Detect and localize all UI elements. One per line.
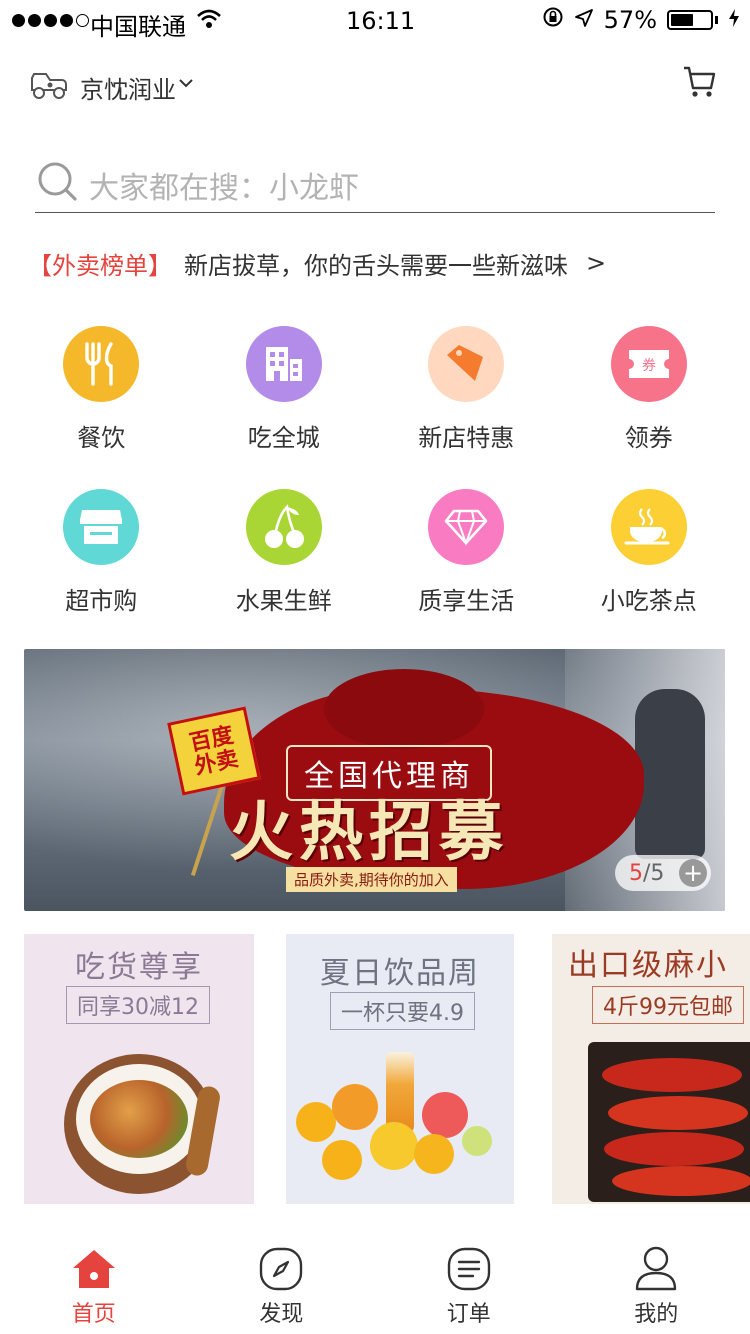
- promo-title: 吃货尊享: [75, 950, 203, 985]
- category-item-quality-life[interactable]: 质享生活: [375, 489, 558, 616]
- notice-text: 新店拔草，你的舌头需要一些新滋味: [184, 251, 568, 280]
- category-label: 超市购: [65, 587, 138, 615]
- search-bar[interactable]: 大家都在搜：小龙虾: [35, 155, 715, 213]
- promo-banner-carousel[interactable]: 百度 外卖 全国代理商 火热招募 品质外卖,期待你的加入 5 / 5 +: [24, 649, 725, 911]
- category-label: 领券: [624, 424, 673, 452]
- category-label: 新店特惠: [418, 424, 515, 452]
- scooter-icon[interactable]: [28, 68, 68, 106]
- tab-orders[interactable]: 订单: [375, 1234, 563, 1334]
- status-bar: 中国联通 16:11 57%: [0, 0, 750, 44]
- user-icon: [633, 1246, 679, 1292]
- tab-discover[interactable]: 发现: [188, 1234, 376, 1334]
- compass-icon: [258, 1246, 304, 1292]
- banner-tagline: 品质外卖,期待你的加入: [286, 867, 457, 892]
- category-item-citywide[interactable]: 吃全城: [193, 326, 376, 453]
- category-item-fresh-fruit[interactable]: 水果生鲜: [193, 489, 376, 616]
- brand-flag-text: 百度 外卖: [187, 721, 241, 781]
- promo-subtitle: 一杯只要4.9: [330, 992, 475, 1030]
- category-item-dining[interactable]: 餐饮: [10, 326, 193, 453]
- tab-label: 首页: [71, 1302, 116, 1327]
- carousel-pager: 5 / 5 +: [615, 855, 711, 891]
- pager-current: 5: [629, 860, 643, 886]
- plus-icon[interactable]: +: [679, 859, 707, 887]
- promo-card-drinks[interactable]: 夏日饮品周 一杯只要4.9: [286, 934, 514, 1204]
- ranking-notice[interactable]: 【外卖榜单】 新店拔草，你的舌头需要一些新滋味 >: [28, 245, 606, 281]
- search-icon: [37, 161, 79, 207]
- fork-knife-icon: [63, 326, 140, 402]
- category-label: 水果生鲜: [235, 587, 332, 615]
- category-grid: 餐饮 吃全城 新店特惠 券 领券 超市购 水果生鲜 质享生活 小吃茶点: [10, 326, 740, 616]
- wifi-icon: [196, 8, 222, 36]
- chevron-right-icon: >: [586, 249, 607, 277]
- battery-percent: 57%: [603, 6, 657, 34]
- promo-cards-row: 吃货尊享 同享30减12 夏日饮品周 一杯只要4.9 出口级麻小 4斤99元包邮: [24, 934, 750, 1204]
- category-item-snacks-tea[interactable]: 小吃茶点: [558, 489, 741, 616]
- diamond-icon: [428, 489, 505, 565]
- home-icon: [71, 1246, 117, 1292]
- banner-title: 火热招募: [229, 795, 509, 870]
- shop-icon: [63, 489, 140, 565]
- warrior-illustration: [635, 689, 705, 859]
- shopping-cart-icon[interactable]: [682, 64, 716, 104]
- location-label[interactable]: 京忱润业: [80, 70, 176, 105]
- citrus-image: [296, 1102, 336, 1142]
- promo-title: 出口级麻小: [568, 948, 728, 983]
- promo-card-crayfish[interactable]: 出口级麻小 4斤99元包邮: [552, 934, 750, 1204]
- category-item-supermarket[interactable]: 超市购: [10, 489, 193, 616]
- bottom-tab-bar: 首页 发现 订单 我的: [0, 1234, 750, 1334]
- signal-strength-icon: [12, 14, 89, 27]
- charging-icon: [728, 6, 740, 34]
- location-arrow-icon: [574, 6, 594, 34]
- tab-label: 发现: [259, 1302, 304, 1327]
- category-label: 餐饮: [77, 424, 126, 452]
- tab-me[interactable]: 我的: [563, 1234, 750, 1334]
- order-list-icon: [446, 1246, 492, 1292]
- promo-subtitle: 4斤99元包邮: [592, 986, 744, 1024]
- category-label: 小吃茶点: [600, 587, 697, 615]
- notice-tag: 【外卖榜单】: [28, 251, 172, 280]
- ticket-icon: 券: [610, 326, 687, 402]
- clock: 16:11: [346, 7, 416, 35]
- cherry-icon: [245, 489, 322, 565]
- tab-label: 订单: [446, 1302, 491, 1327]
- carrier-name: 中国联通: [90, 13, 186, 41]
- rotation-lock-icon: [542, 6, 564, 34]
- promo-title: 夏日饮品周: [320, 956, 480, 991]
- tab-home[interactable]: 首页: [0, 1234, 188, 1334]
- category-label: 吃全城: [247, 424, 320, 452]
- pager-total: 5: [650, 860, 665, 886]
- promo-card-foodie[interactable]: 吃货尊享 同享30减12: [24, 934, 254, 1204]
- price-tag-icon: [428, 326, 505, 402]
- category-item-new-store-deals[interactable]: 新店特惠: [375, 326, 558, 453]
- category-item-coupons[interactable]: 券 领券: [558, 326, 741, 453]
- battery-icon: [667, 10, 713, 30]
- building-icon: [245, 326, 322, 402]
- chevron-down-icon[interactable]: [178, 74, 194, 93]
- svg-text:券: 券: [642, 358, 656, 374]
- tea-cup-icon: [610, 489, 687, 565]
- category-label: 质享生活: [418, 587, 515, 615]
- header: 京忱润业: [0, 60, 750, 110]
- search-input[interactable]: 大家都在搜：小龙虾: [89, 163, 359, 207]
- tab-label: 我的: [634, 1302, 679, 1327]
- promo-subtitle: 同享30减12: [66, 986, 210, 1024]
